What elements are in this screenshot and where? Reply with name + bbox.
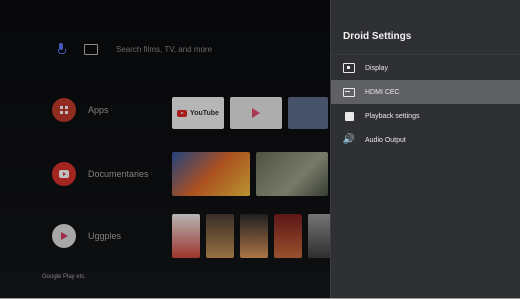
movie-poster[interactable] [172, 214, 200, 258]
menu-item-audio-output[interactable]: 🔊 Audio Output [331, 128, 520, 152]
movie-tiles [172, 214, 336, 258]
row-label-uggples: Uggples [88, 231, 122, 241]
uggples-row: Uggples [52, 224, 121, 248]
settings-menu: Display HDMI CEC Playback settings 🔊 Aud… [331, 56, 520, 152]
row-label-apps: Apps [88, 105, 109, 115]
movie-poster[interactable] [240, 214, 268, 258]
keyboard-icon[interactable] [84, 43, 98, 55]
apps-row: Apps [52, 98, 109, 122]
menu-item-display[interactable]: Display [331, 56, 520, 80]
movie-poster[interactable] [206, 214, 234, 258]
microphone-icon[interactable] [56, 42, 66, 56]
movie-poster[interactable] [274, 214, 302, 258]
video-thumbnail[interactable] [256, 152, 328, 196]
youtube-tile-label: YouTube [190, 109, 219, 117]
youtube-icon [177, 109, 188, 117]
menu-item-label: Audio Output [365, 136, 406, 144]
bottom-row-label: Google Play etc. [42, 274, 87, 280]
app-tile[interactable] [288, 97, 328, 129]
youtube-channel-icon[interactable] [52, 162, 76, 186]
documentaries-row: Documentaries [52, 162, 149, 186]
menu-item-label: Playback settings [365, 112, 420, 120]
hdmi-icon [343, 86, 355, 98]
row-label-documentaries: Documentaries [88, 169, 149, 179]
settings-panel-title: Droid Settings [343, 31, 412, 42]
google-play-tile[interactable] [230, 97, 282, 129]
speaker-icon: 🔊 [342, 134, 356, 145]
menu-item-playback-settings[interactable]: Playback settings [331, 104, 520, 128]
divider [331, 54, 520, 55]
play-movies-icon[interactable] [52, 224, 76, 248]
search-placeholder: Search films, TV, and more [116, 44, 213, 54]
apps-icon[interactable] [52, 98, 76, 122]
youtube-tile[interactable]: YouTube [172, 97, 224, 129]
launcher-background: Search films, TV, and more Apps YouTube [0, 0, 336, 298]
settings-panel: Droid Settings Display HDMI CEC Playback… [330, 0, 520, 298]
display-icon [343, 62, 355, 74]
menu-item-label: HDMI CEC [365, 88, 400, 96]
bottom-row: Google Play etc. [0, 272, 330, 298]
documentaries-tiles [172, 152, 328, 196]
menu-item-label: Display [365, 64, 388, 72]
google-play-icon [252, 108, 260, 118]
tv-screen: Search films, TV, and more Apps YouTube [0, 0, 520, 299]
playback-icon [343, 110, 355, 122]
apps-tiles: YouTube [172, 97, 328, 129]
video-thumbnail[interactable] [172, 152, 250, 196]
search-row[interactable]: Search films, TV, and more [56, 40, 212, 58]
menu-item-hdmi-cec[interactable]: HDMI CEC [331, 80, 520, 104]
